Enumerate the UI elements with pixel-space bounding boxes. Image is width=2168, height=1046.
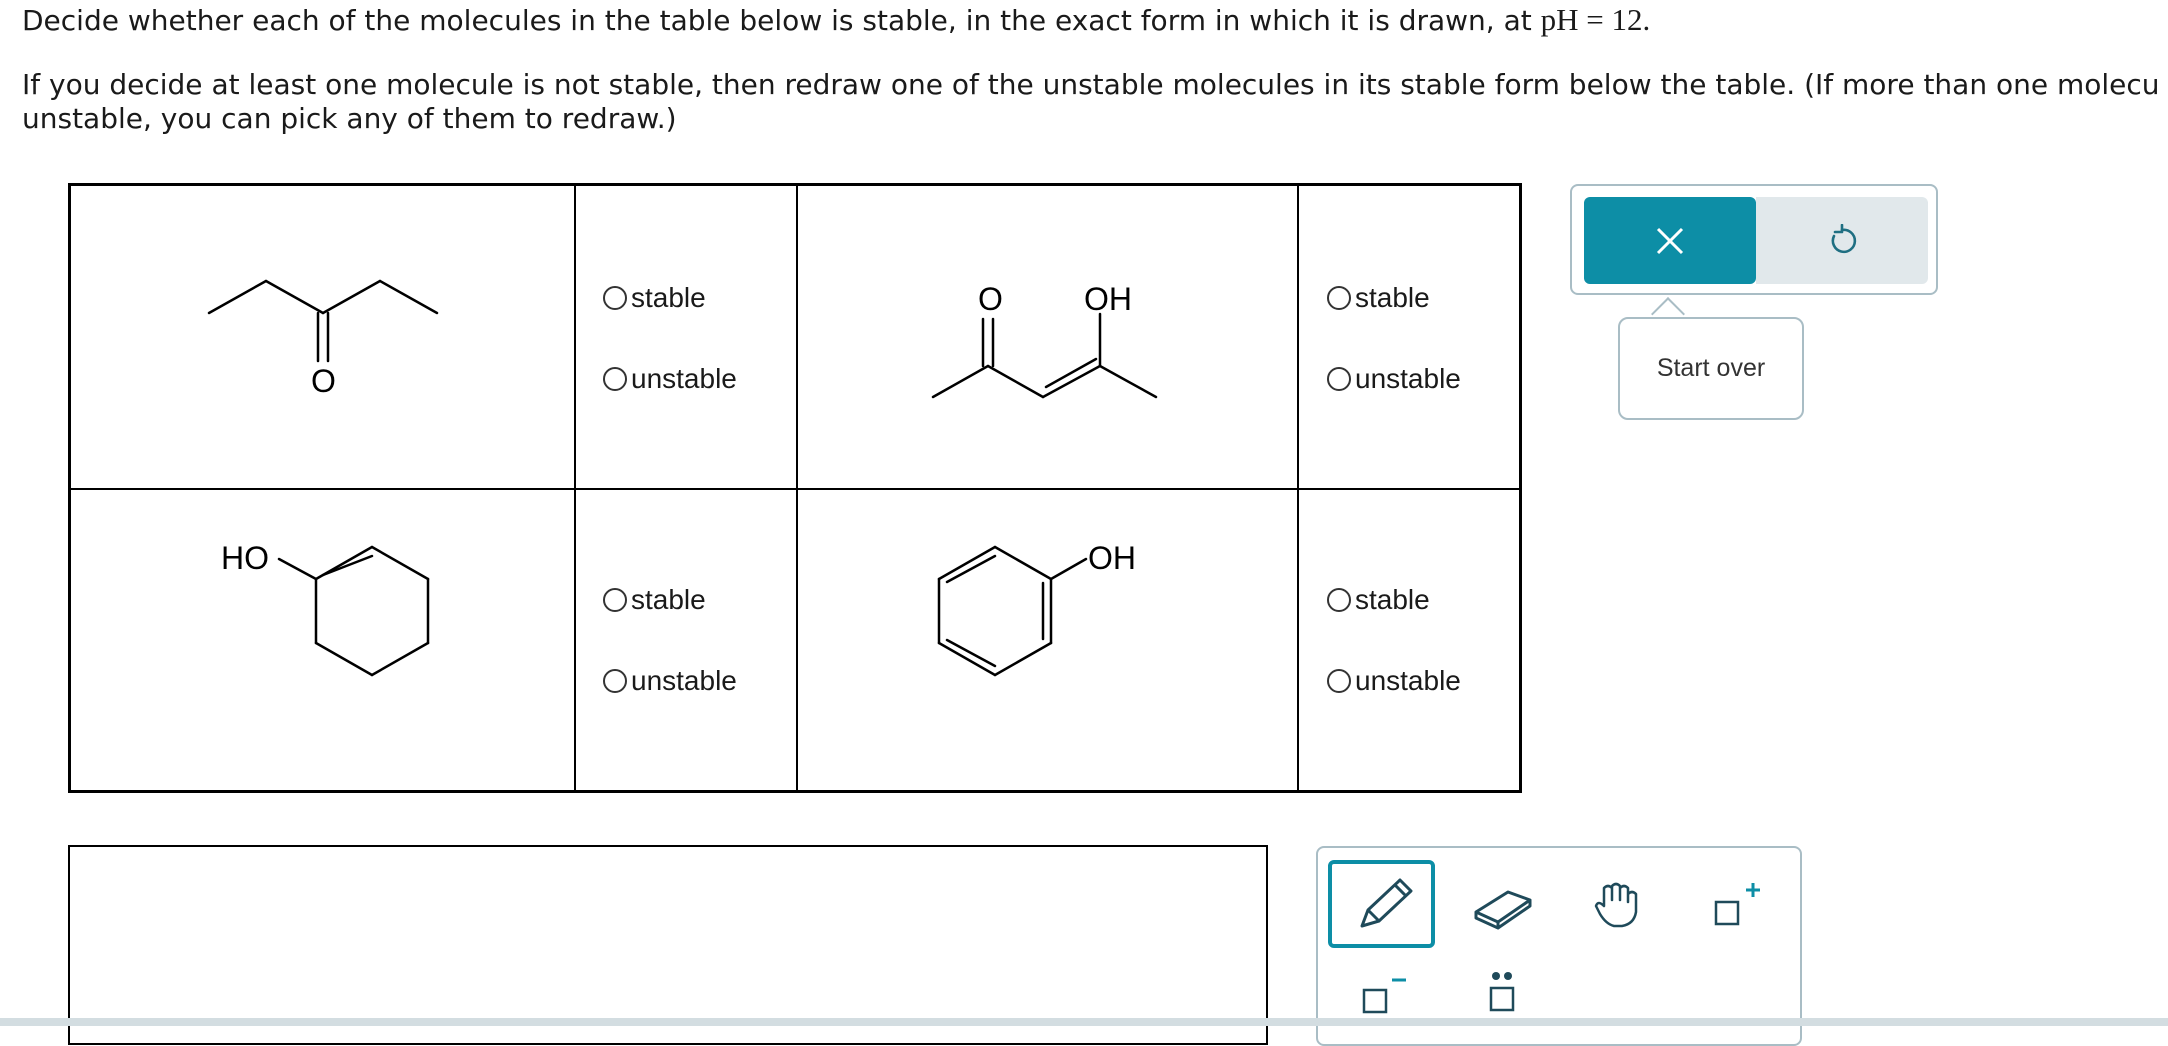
radio-button[interactable] [603,367,627,391]
molecule-2-unstable-option[interactable]: unstable [1327,363,1461,395]
atom-label: HO [221,540,269,576]
pencil-icon [1360,878,1413,928]
hand-tool[interactable] [1568,860,1668,948]
molecule-4-structure: OH [937,540,1136,677]
remove-charge-icon [1362,978,1406,1014]
undo-icon [1831,223,1857,253]
radio-button[interactable] [603,286,627,310]
radio-button[interactable] [1327,669,1351,693]
atom-label: O [311,363,336,399]
drawing-canvas[interactable] [68,845,1268,1045]
radio-button[interactable] [603,588,627,612]
instruction-line-2: unstable, you can pick any of them to re… [22,102,677,135]
option-label: stable [1355,282,1430,313]
add-charge-icon [1714,883,1760,926]
molecule-1-stable-option[interactable]: stable [603,282,706,314]
molecule-4-stable-option[interactable]: stable [1327,584,1430,616]
instruction-line-1: If you decide at least one molecule is n… [22,68,2160,101]
molecule-1-unstable-option[interactable]: unstable [603,363,737,395]
drawing-toolbar [1316,846,1802,1046]
option-label: unstable [631,665,737,696]
remove-charge-tool[interactable] [1328,960,1435,1040]
eraser-tool[interactable] [1452,860,1552,948]
undo-button[interactable] [1756,197,1928,284]
add-charge-tool[interactable] [1684,860,1784,948]
option-label: stable [631,282,706,313]
question-text: Decide whether each of the molecules in … [22,4,1541,37]
atom-label: O [978,281,1003,317]
lone-pair-tool[interactable] [1452,960,1552,1040]
clear-button[interactable] [1584,197,1756,284]
close-icon [1656,227,1684,254]
eraser-icon [1474,890,1532,930]
option-label: unstable [1355,363,1461,394]
molecule-4-unstable-option[interactable]: unstable [1327,665,1461,697]
option-label: stable [631,584,706,615]
lone-pair-icon [1489,972,1515,1012]
hand-icon [1594,882,1638,928]
molecule-2-structure: O OH [931,281,1158,399]
molecule-table: O stable unstable O OH stable unstable H… [68,183,1522,793]
molecule-3-unstable-option[interactable]: unstable [603,665,737,697]
option-label: stable [1355,584,1430,615]
molecule-2-stable-option[interactable]: stable [1327,282,1430,314]
question-instructions: If you decide at least one molecule is n… [22,68,2168,136]
question-line-1: Decide whether each of the molecules in … [22,2,1650,38]
atom-label: OH [1088,540,1136,576]
molecule-3-stable-option[interactable]: stable [603,584,706,616]
radio-button[interactable] [1327,367,1351,391]
option-label: unstable [631,363,737,394]
radio-button[interactable] [603,669,627,693]
pencil-tool[interactable] [1328,860,1435,948]
answer-actions [1570,184,1938,295]
molecule-3-structure: HO [221,540,430,677]
option-label: unstable [1355,665,1461,696]
radio-button[interactable] [1327,588,1351,612]
radio-button[interactable] [1327,286,1351,310]
question-math: pH = 12. [1540,2,1651,37]
molecule-1-structure: O [207,279,439,399]
bottom-bar [0,1018,2168,1026]
start-over-tooltip: Start over [1618,317,1804,420]
atom-label: OH [1084,281,1132,317]
